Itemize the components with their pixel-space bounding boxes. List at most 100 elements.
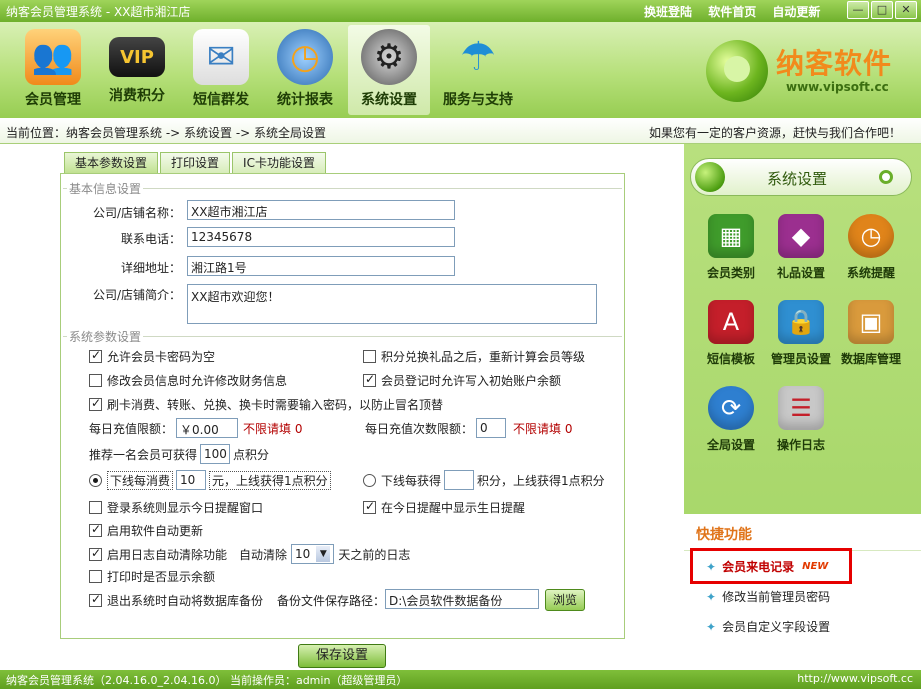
vip-card-icon: VIP <box>109 37 165 77</box>
allow-empty-pwd-checkbox[interactable] <box>89 348 102 363</box>
sms-template-icon: A <box>708 300 754 344</box>
sidebar-item-label: 短信模板 <box>706 352 755 366</box>
tab-basic-params[interactable]: 基本参数设置 <box>64 152 159 174</box>
store-name-input[interactable]: XX超市湘江店 <box>187 200 455 220</box>
downline-get-label: 下线每获得 <box>381 473 442 488</box>
init-balance-label: 会员登记时允许写入初始账户余额 <box>381 374 562 388</box>
nav-consume-points[interactable]: VIP 消费积分 <box>96 25 178 115</box>
print-balance-label: 打印时是否显示余额 <box>107 570 216 584</box>
log-cleanup-checkbox[interactable] <box>89 546 102 561</box>
recommend-points-input[interactable]: 100 <box>200 444 231 464</box>
phone-input[interactable]: 12345678 <box>187 227 455 247</box>
maximize-button[interactable]: □ <box>871 1 893 19</box>
downline-spend-row[interactable]: 下线每消费 10 元，上线获得1点积分 <box>89 470 331 490</box>
edit-finance-checkbox[interactable] <box>89 374 102 387</box>
address-label: 详细地址： <box>120 261 181 275</box>
auto-clean-post: 天之前的日志 <box>338 547 411 562</box>
nav-label: 服务与支持 <box>443 92 513 108</box>
address-input[interactable]: 湘江路1号 <box>187 256 455 276</box>
birthday-reminder-checkbox[interactable] <box>363 499 376 514</box>
sidebar-item-database[interactable]: ▣ 数据库管理 <box>836 300 906 367</box>
sidebar-item-gift[interactable]: ◆ 礼品设置 <box>766 214 836 281</box>
birthday-reminder-row[interactable]: 在今日提醒中显示生日提醒 <box>363 499 525 516</box>
software-home-link[interactable]: 软件首页 <box>708 5 756 19</box>
sidebar-item-admin[interactable]: 🔒 管理员设置 <box>766 300 836 367</box>
pwd-on-card-row[interactable]: 刷卡消费、转账、兑换、换卡时需要输入密码，以防止冒名顶替 <box>89 396 443 413</box>
intro-textarea[interactable]: XX超市欢迎您！ <box>187 284 597 324</box>
global-settings-icon: ⟳ <box>708 386 754 430</box>
auto-backup-row[interactable]: 退出系统时自动将数据库备份 备份文件保存路径： <box>89 592 385 609</box>
pwd-on-card-checkbox[interactable] <box>89 396 102 411</box>
nav-reports[interactable]: ◷ 统计报表 <box>264 25 346 115</box>
auto-update-checkbox[interactable] <box>89 522 102 537</box>
quick-item-change-password[interactable]: ✦ 修改当前管理员密码 <box>706 588 830 605</box>
logo-ball-icon <box>706 40 768 102</box>
nav-service-support[interactable]: ☂ 服务与支持 <box>432 25 524 115</box>
nav-member-management[interactable]: 👥 会员管理 <box>12 25 94 115</box>
downline-get-row[interactable]: 下线每获得 积分，上线获得1点积分 <box>363 470 605 490</box>
members-icon: 👥 <box>25 29 81 85</box>
recalc-level-checkbox[interactable] <box>363 350 376 363</box>
sidebar-item-log[interactable]: ☰ 操作日志 <box>766 386 836 453</box>
downline-spend-post: 元，上线获得1点积分 <box>209 470 331 490</box>
tab-ic-card[interactable]: IC卡功能设置 <box>232 152 326 174</box>
save-button[interactable]: 保存设置 <box>298 644 386 668</box>
sidebar-item-label: 系统提醒 <box>846 266 895 280</box>
auto-clean-days-select[interactable]: 10 ▼ <box>291 544 335 564</box>
sidebar-item-label: 会员类别 <box>706 266 755 280</box>
auto-clean-days-value: 10 <box>295 547 311 561</box>
database-icon: ▣ <box>848 300 894 344</box>
browse-button[interactable]: 浏览 <box>545 589 585 611</box>
sidebar-item-reminder[interactable]: ◷ 系统提醒 <box>836 214 906 281</box>
init-balance-row[interactable]: 会员登记时允许写入初始账户余额 <box>363 372 561 389</box>
downline-get-radio[interactable] <box>363 473 376 487</box>
auto-backup-checkbox[interactable] <box>89 592 102 607</box>
sidebar-item-sms-template[interactable]: A 短信模板 <box>696 300 766 367</box>
downline-spend-input[interactable]: 10 <box>176 470 207 490</box>
status-url: http://www.vipsoft.cc <box>797 672 913 685</box>
breadcrumb: 当前位置：纳客会员管理系统 -> 系统设置 -> 系统全局设置 <box>6 126 327 140</box>
init-balance-checkbox[interactable] <box>363 372 376 387</box>
log-cleanup-row[interactable]: 启用日志自动清除功能 自动清除 10 ▼ 天之前的日志 <box>89 544 410 564</box>
nav-label: 会员管理 <box>25 92 81 108</box>
auto-update-row[interactable]: 启用软件自动更新 <box>89 522 203 539</box>
sidebar-item-member-category[interactable]: ▦ 会员类别 <box>696 214 766 281</box>
daily-limit-input[interactable]: ￥0.00 <box>176 418 239 438</box>
highlight-box <box>690 548 852 584</box>
title-bar: 纳客会员管理系统 - XX超市湘江店 换班登陆 软件首页 自动更新 — □ ✕ <box>0 0 921 22</box>
quick-item-custom-fields[interactable]: ✦ 会员自定义字段设置 <box>706 618 830 635</box>
nav-sms[interactable]: ✉ 短信群发 <box>180 25 262 115</box>
recalc-level-row[interactable]: 积分兑换礼品之后，重新计算会员等级 <box>363 348 585 365</box>
backup-path-input[interactable]: D:\会员软件数据备份 <box>385 589 539 609</box>
downline-spend-label: 下线每消费 <box>107 470 174 490</box>
close-button[interactable]: ✕ <box>895 1 917 19</box>
member-category-icon: ▦ <box>708 214 754 258</box>
daily-limit-hint: 不限请填 0 <box>243 421 303 436</box>
auto-update-link[interactable]: 自动更新 <box>772 5 820 19</box>
logo-url: www.vipsoft.cc <box>786 80 889 94</box>
star-icon: ✦ <box>706 589 717 604</box>
switch-shift-link[interactable]: 换班登陆 <box>644 5 692 19</box>
show-reminder-checkbox[interactable] <box>89 501 102 514</box>
daily-count-input[interactable]: 0 <box>476 418 507 438</box>
edit-finance-row[interactable]: 修改会员信息时允许修改财务信息 <box>89 372 287 389</box>
phone-label: 联系电话： <box>120 232 181 246</box>
allow-empty-pwd-label: 允许会员卡密码为空 <box>107 350 216 364</box>
status-bar: 纳客会员管理系统（2.04.16.0_2.04.16.0） 当前操作员：admi… <box>0 670 921 689</box>
sidebar-item-global[interactable]: ⟳ 全局设置 <box>696 386 766 453</box>
print-balance-row[interactable]: 打印时是否显示余额 <box>89 568 215 585</box>
top-nav: 👥 会员管理 VIP 消费积分 ✉ 短信群发 ◷ 统计报表 ⚙ 系统设置 ☂ 服… <box>0 22 921 118</box>
nav-system-settings[interactable]: ⚙ 系统设置 <box>348 25 430 115</box>
print-balance-checkbox[interactable] <box>89 570 102 583</box>
daily-count-row: 每日充值次数限额： 0 不限请填 0 <box>365 418 572 438</box>
umbrella-icon: ☂ <box>460 34 496 80</box>
main-panel: 基本参数设置 打印设置 IC卡功能设置 基本信息设置 公司/店铺名称： XX超市… <box>0 144 684 670</box>
allow-empty-pwd-row[interactable]: 允许会员卡密码为空 <box>89 348 215 365</box>
tab-print[interactable]: 打印设置 <box>160 152 231 174</box>
show-reminder-label: 登录系统则显示今日提醒窗口 <box>107 501 264 515</box>
downline-spend-radio[interactable] <box>89 473 102 487</box>
downline-get-input[interactable] <box>444 470 475 490</box>
sidebar-item-label: 礼品设置 <box>776 266 825 280</box>
minimize-button[interactable]: — <box>847 1 869 19</box>
show-reminder-row[interactable]: 登录系统则显示今日提醒窗口 <box>89 499 263 516</box>
